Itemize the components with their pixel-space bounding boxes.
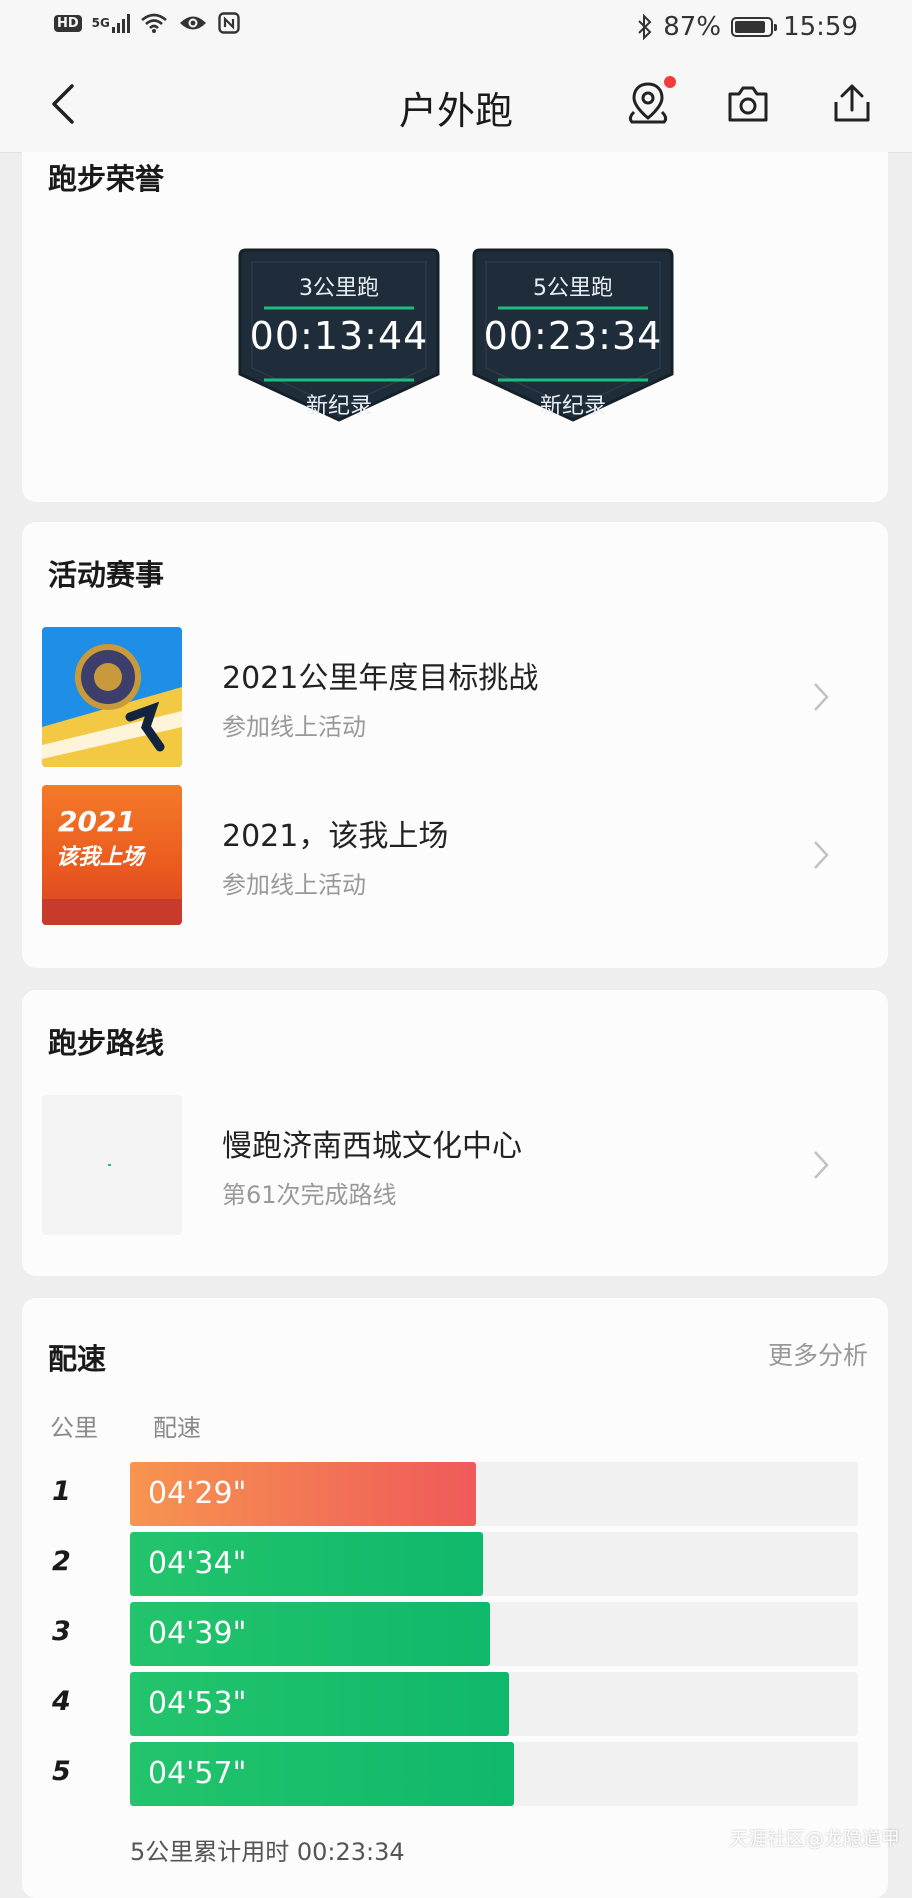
event-subtitle: 参加线上活动: [222, 871, 366, 899]
event-thumbnail: [42, 627, 182, 767]
chevron-right-icon: [814, 841, 829, 869]
badge-time: 00:23:34: [483, 314, 663, 358]
network-label: 5G: [91, 16, 110, 30]
events-title: 活动赛事: [48, 558, 165, 592]
event-title: 2021公里年度目标挑战: [222, 661, 539, 696]
list-item-route[interactable]: 慢跑济南西城文化中心 第61次完成路线: [20, 1095, 838, 1235]
route-map-dot: [108, 1164, 111, 1166]
location-pin-button[interactable]: [622, 76, 676, 130]
battery-level: [735, 21, 766, 33]
camera-icon[interactable]: [722, 78, 774, 130]
list-item-event[interactable]: 2021公里年度目标挑战 参加线上活动: [20, 627, 838, 767]
honors-title: 跑步荣誉: [48, 162, 165, 196]
list-item-event[interactable]: 2021 该我上场 2021，该我上场 参加线上活动: [20, 785, 838, 925]
badge-note: 新纪录: [305, 394, 372, 419]
pace-card: 配速 更多分析 公里 配速 1 04'29" 2 04'34" 3 04'39" 4 04'5…: [22, 1298, 888, 1898]
more-analysis-link[interactable]: 更多分析: [768, 1336, 868, 1372]
signal-icon: [111, 13, 130, 33]
badge-distance: 5公里跑: [533, 276, 613, 301]
page-title: 户外跑: [398, 89, 513, 133]
pace-km-number: 4: [52, 1686, 71, 1717]
battery-icon: [731, 17, 778, 37]
bluetooth-icon: [638, 14, 652, 40]
nav-bar: 户外跑: [0, 56, 912, 153]
event-title: 2021，该我上场: [222, 819, 449, 854]
badge-note: 新纪录: [539, 394, 606, 419]
clock: 15:59: [783, 12, 858, 42]
status-right: 87% 15:59: [637, 12, 858, 42]
notification-dot: [664, 76, 676, 88]
badge-5km[interactable]: 5公里跑 00:23:34 新纪录: [468, 248, 678, 424]
pace-km-number: 1: [52, 1476, 71, 1507]
hd-icon: HD: [54, 14, 82, 32]
chevron-right-icon: [814, 683, 829, 711]
events-card: 活动赛事 2021公里年度目标挑战 参加线上活动 2021 该我上场 2021，…: [22, 522, 888, 968]
honors-card: 跑步荣誉 3公里跑 00:13:44 新纪录 5公里跑 00:23:34 新纪录: [22, 152, 888, 502]
wifi-icon: [141, 13, 167, 33]
thumb-year: 2021: [58, 805, 136, 838]
event-subtitle: 参加线上活动: [222, 713, 366, 741]
route-map-thumbnail: [42, 1095, 182, 1235]
eye-icon: [179, 16, 206, 30]
route-name: 慢跑济南西城文化中心: [222, 1129, 522, 1164]
chevron-right-icon: [814, 1151, 829, 1179]
pace-bar-track: 04'57": [130, 1742, 858, 1806]
pace-bar-track: 04'53": [130, 1672, 858, 1736]
pace-bar-track: 04'39": [130, 1602, 858, 1666]
status-left: HD 5G: [54, 12, 240, 34]
badge-3km[interactable]: 3公里跑 00:13:44 新纪录: [234, 248, 444, 424]
pace-value: 04'39": [148, 1616, 247, 1651]
pace-km-number: 5: [52, 1756, 71, 1787]
badge-time: 00:13:44: [249, 314, 429, 358]
pace-total: 5公里累计用时 00:23:34: [130, 1838, 405, 1866]
pace-value: 04'57": [148, 1756, 247, 1791]
medal-image-icon: [42, 627, 182, 767]
col-pace-header: 配速: [153, 1414, 201, 1442]
pace-bar-track: 04'34": [130, 1532, 858, 1596]
thumb-caption: 该我上场: [56, 845, 145, 870]
pace-value: 04'53": [148, 1686, 247, 1721]
route-card: 跑步路线 慢跑济南西城文化中心 第61次完成路线: [22, 990, 888, 1276]
col-km-header: 公里: [50, 1414, 98, 1442]
watermark: 天涯社区@龙隐道甲: [728, 1828, 900, 1850]
battery-percent: 87%: [663, 12, 722, 42]
track-decoration: [42, 899, 182, 925]
route-title: 跑步路线: [48, 1026, 165, 1060]
pace-bar-track: 04'29": [130, 1462, 858, 1526]
pace-value: 04'29": [148, 1476, 247, 1511]
pace-km-number: 3: [52, 1616, 71, 1647]
pace-km-number: 2: [52, 1546, 71, 1577]
nfc-icon: [218, 12, 240, 34]
pace-title: 配速: [48, 1342, 107, 1376]
share-icon[interactable]: [826, 78, 878, 130]
event-thumbnail: 2021 该我上场: [42, 785, 182, 925]
badge-distance: 3公里跑: [299, 276, 379, 301]
pace-value: 04'34": [148, 1546, 247, 1581]
route-subtitle: 第61次完成路线: [222, 1181, 397, 1209]
status-bar: HD 5G 87% 15:59: [0, 0, 912, 56]
